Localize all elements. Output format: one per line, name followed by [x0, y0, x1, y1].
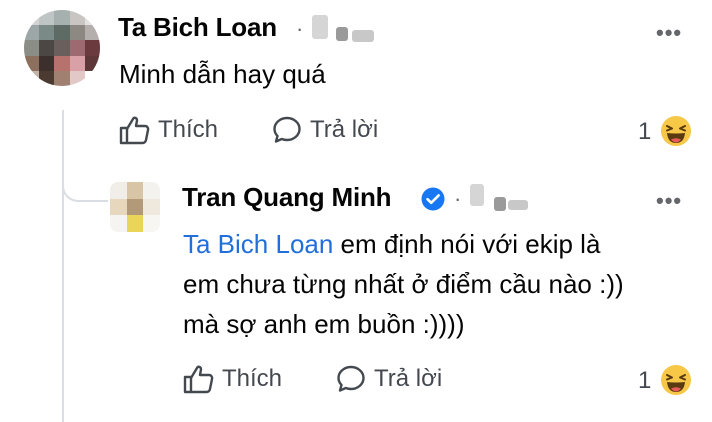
reply-button[interactable]: Trả lời	[336, 364, 442, 394]
reply-text-segment: em định nói với ekip là	[333, 229, 601, 259]
privacy-blur	[336, 27, 348, 41]
reply-author-name[interactable]: Tran Quang Minh	[182, 182, 392, 213]
laughing-emoji-icon[interactable]	[660, 364, 692, 396]
thread-line	[62, 110, 64, 422]
thread-connector	[62, 160, 108, 202]
reply-label: Trả lời	[310, 116, 379, 143]
speech-bubble-icon	[337, 365, 365, 392]
like-label: Thích	[158, 116, 219, 143]
verified-badge-icon	[421, 187, 445, 211]
comment-author-name[interactable]: Ta Bich Loan	[118, 12, 277, 43]
privacy-blur	[494, 197, 506, 211]
separator-dot: ·	[296, 16, 304, 41]
thumbs-up-icon	[183, 365, 214, 394]
reply-label: Trả lời	[374, 365, 443, 392]
reply-text-line-1: Ta Bich Loan em định nói với ekip là	[183, 226, 600, 262]
reply-button[interactable]: Trả lời	[272, 115, 378, 145]
laughing-emoji-icon[interactable]	[660, 115, 692, 147]
mention-link[interactable]: Ta Bich Loan	[183, 229, 333, 259]
reaction-count[interactable]: 1	[638, 118, 651, 146]
time-blur	[312, 15, 328, 39]
privacy-blur-2	[352, 30, 374, 42]
time-blur	[470, 184, 484, 206]
like-button[interactable]: Thích	[118, 115, 218, 145]
more-options-button[interactable]: •••	[656, 188, 682, 214]
thumbs-up-icon	[119, 116, 150, 145]
privacy-blur-2	[508, 200, 528, 210]
avatar[interactable]	[110, 182, 160, 232]
speech-bubble-icon	[273, 116, 301, 143]
comment-text: Minh dẫn hay quá	[119, 59, 326, 89]
reply-text-line-3: mà sợ anh em buồn :))))	[183, 309, 465, 339]
like-button[interactable]: Thích	[182, 364, 282, 394]
reaction-count[interactable]: 1	[638, 367, 651, 395]
avatar[interactable]	[24, 10, 100, 86]
like-label: Thích	[222, 365, 283, 392]
reply-text-line-2: em chưa từng nhất ở điểm cầu nào :))	[183, 269, 624, 299]
more-options-button[interactable]: •••	[656, 20, 682, 46]
separator-dot: ·	[454, 186, 462, 211]
